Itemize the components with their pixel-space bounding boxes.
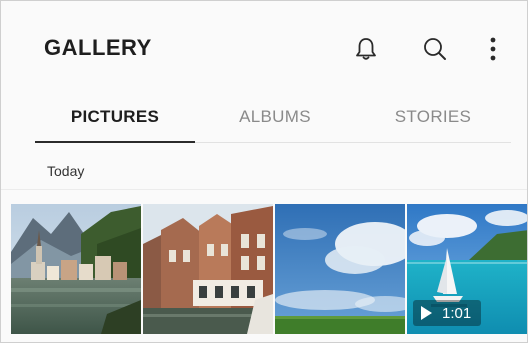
tab-divider bbox=[195, 142, 511, 143]
video-duration-badge: 1:01 bbox=[413, 300, 481, 326]
section-header-today: Today bbox=[47, 163, 85, 179]
tab-bar: PICTURES ALBUMS STORIES bbox=[1, 93, 527, 143]
app-title: GALLERY bbox=[44, 35, 152, 60]
more-vertical-icon[interactable] bbox=[477, 33, 509, 65]
app-header: GALLERY bbox=[1, 1, 527, 93]
video-duration: 1:01 bbox=[442, 304, 472, 322]
tab-pictures[interactable]: PICTURES bbox=[35, 93, 195, 141]
bell-icon[interactable] bbox=[350, 33, 382, 65]
search-icon[interactable] bbox=[419, 33, 451, 65]
active-tab-indicator bbox=[35, 141, 195, 143]
section-divider bbox=[1, 189, 527, 190]
tab-stories[interactable]: STORIES bbox=[355, 93, 511, 141]
play-icon bbox=[421, 306, 432, 320]
tab-albums[interactable]: ALBUMS bbox=[195, 93, 355, 141]
gallery-app: GALLERY PICTURES ALBUMS STORIES Today 1:… bbox=[0, 0, 528, 343]
thumbnail-grid: 1:01 bbox=[11, 204, 527, 334]
thumbnail-sky-field[interactable] bbox=[275, 204, 405, 334]
thumbnail-village-lake[interactable] bbox=[11, 204, 141, 334]
thumbnail-sailboat-video[interactable]: 1:01 bbox=[407, 204, 527, 334]
thumbnail-canal-houses[interactable] bbox=[143, 204, 273, 334]
